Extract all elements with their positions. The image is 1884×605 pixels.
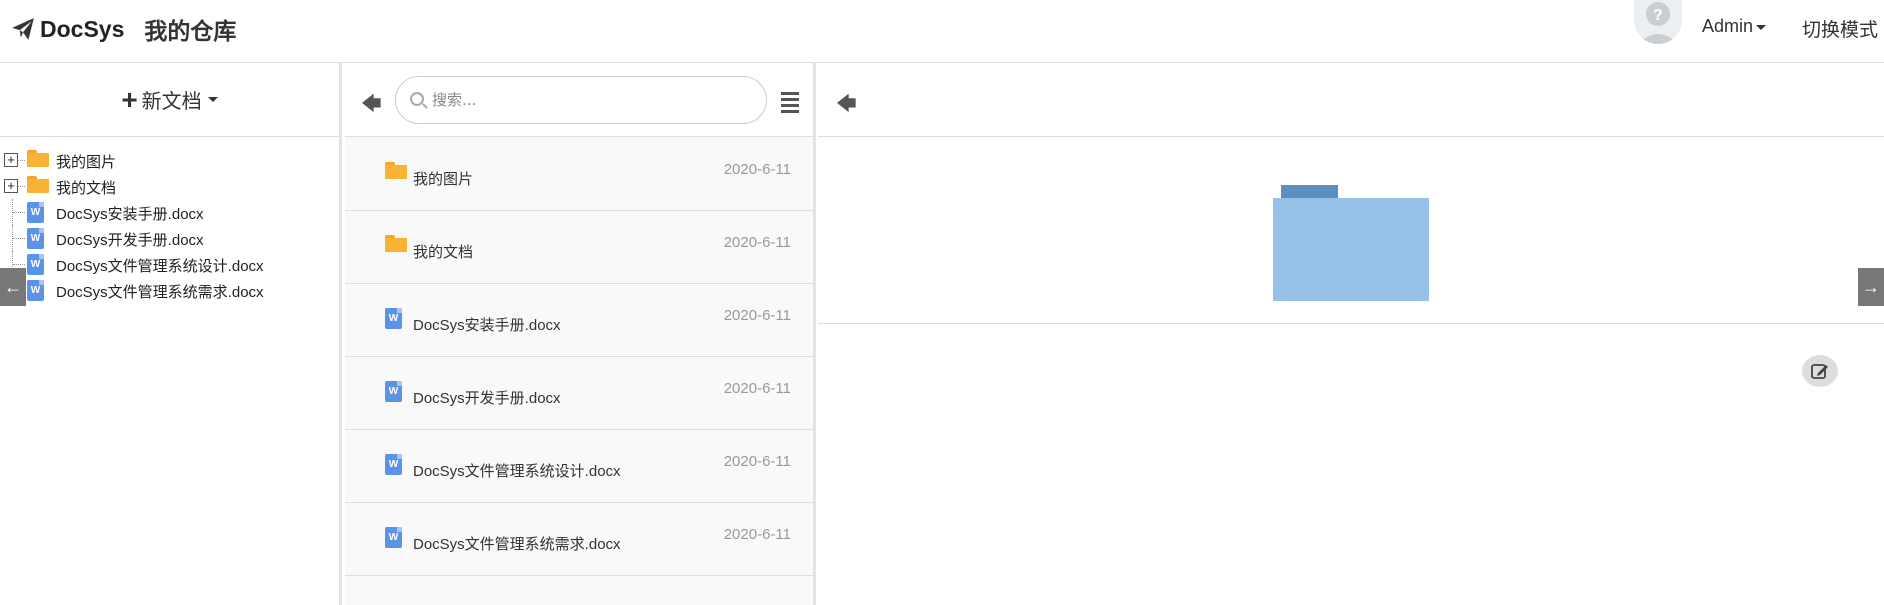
word-doc-icon: W <box>27 280 44 301</box>
new-doc-label: 新文档 <box>141 91 202 113</box>
list-toolbar: 🡄 <box>345 63 813 137</box>
word-doc-icon: W <box>385 454 402 475</box>
search-input[interactable] <box>432 89 752 111</box>
folder-preview-icon <box>1273 185 1429 301</box>
avatar[interactable]: ? <box>1634 0 1682 44</box>
folder-icon <box>385 162 407 179</box>
file-list-panel: 🡄 我的图片 2020-6-11 我的文档 2020-6-11 W DocSys… <box>345 63 816 605</box>
user-menu[interactable]: Admin <box>1702 16 1767 37</box>
list-item[interactable]: 我的图片 2020-6-11 <box>345 138 813 211</box>
tree-panel: + 新文档 + 我的图片 + 我的文档 W DocSys安装手册.docx W … <box>0 63 342 605</box>
file-name: DocSys文件管理系统需求.docx <box>413 536 621 553</box>
user-placeholder-icon: ? <box>1638 2 1678 44</box>
expand-icon[interactable]: + <box>4 179 18 193</box>
list-item[interactable]: W DocSys文件管理系统设计.docx 2020-6-11 <box>345 430 813 503</box>
pencil-square-icon <box>1811 364 1828 379</box>
tree-node-label: DocSys开发手册.docx <box>56 232 204 249</box>
search-box[interactable] <box>395 76 767 124</box>
file-name: DocSys文件管理系统设计.docx <box>413 463 621 480</box>
back-arrow-icon[interactable]: 🡄 <box>836 89 857 123</box>
file-date: 2020-6-11 <box>723 526 791 543</box>
brand-name: DocSys <box>40 15 125 42</box>
file-name: DocSys安装手册.docx <box>413 317 561 334</box>
caret-down-icon <box>1756 24 1767 30</box>
preview-panel: 🡄 <box>818 63 1884 605</box>
tree-node[interactable]: W DocSys文件管理系统设计.docx <box>0 251 339 277</box>
file-date: 2020-6-11 <box>723 234 791 251</box>
folder-icon <box>27 176 49 193</box>
tree-node-label: DocSys文件管理系统设计.docx <box>56 258 264 275</box>
folder-body <box>1273 198 1429 301</box>
search-icon <box>410 92 424 106</box>
tree-node[interactable]: + 我的图片 <box>0 147 339 173</box>
file-name: DocSys开发手册.docx <box>413 390 561 407</box>
word-doc-icon: W <box>385 381 402 402</box>
list-item[interactable]: W DocSys开发手册.docx 2020-6-11 <box>345 357 813 430</box>
file-date: 2020-6-11 <box>723 161 791 178</box>
file-tree: + 我的图片 + 我的文档 W DocSys安装手册.docx W DocSys… <box>0 147 339 303</box>
back-arrow-icon[interactable]: 🡄 <box>361 89 382 123</box>
list-item[interactable]: 我的文档 2020-6-11 <box>345 211 813 284</box>
brand[interactable]: DocSys 我的仓库 <box>10 12 236 46</box>
caret-down-icon <box>207 97 218 102</box>
file-name: 我的文档 <box>413 244 474 261</box>
expand-right-arrow-icon[interactable]: → <box>1858 268 1884 306</box>
plus-icon: + <box>121 83 138 115</box>
preview-toolbar: 🡄 <box>818 63 1884 137</box>
tree-node[interactable]: W DocSys安装手册.docx <box>0 199 339 225</box>
file-date: 2020-6-11 <box>723 453 791 470</box>
expand-icon[interactable]: + <box>4 153 18 167</box>
file-date: 2020-6-11 <box>723 307 791 324</box>
file-date: 2020-6-11 <box>723 380 791 397</box>
preview-area <box>818 138 1884 324</box>
word-doc-icon: W <box>27 254 44 275</box>
folder-tab <box>1281 185 1338 199</box>
collapse-left-arrow-icon[interactable]: ← <box>0 268 26 306</box>
switch-mode-link[interactable]: 切换模式 <box>1802 15 1878 42</box>
new-doc-button[interactable]: + 新文档 <box>0 63 339 137</box>
list-menu-icon[interactable] <box>781 92 799 116</box>
tree-connector <box>13 212 25 213</box>
paper-plane-icon <box>12 18 34 40</box>
word-doc-icon: W <box>385 527 402 548</box>
folder-icon <box>27 150 49 167</box>
edit-icon[interactable] <box>1802 355 1838 387</box>
repo-title: 我的仓库 <box>144 19 237 45</box>
file-name: 我的图片 <box>413 171 474 188</box>
user-name: Admin <box>1702 16 1754 36</box>
tree-connector <box>13 238 25 239</box>
list-item[interactable]: W DocSys文件管理系统需求.docx 2020-6-11 <box>345 503 813 576</box>
svg-text:?: ? <box>1653 7 1663 24</box>
top-header: DocSys 我的仓库 ? Admin 切换模式 <box>0 0 1884 63</box>
tree-node-label: DocSys安装手册.docx <box>56 206 204 223</box>
tree-node[interactable]: + 我的文档 <box>0 173 339 199</box>
word-doc-icon: W <box>27 228 44 249</box>
word-doc-icon: W <box>385 308 402 329</box>
folder-icon <box>385 235 407 252</box>
tree-connector <box>13 264 25 265</box>
tree-node-label: 我的图片 <box>56 154 117 171</box>
file-list: 我的图片 2020-6-11 我的文档 2020-6-11 W DocSys安装… <box>345 138 813 576</box>
tree-node[interactable]: W DocSys开发手册.docx <box>0 225 339 251</box>
list-item[interactable]: W DocSys安装手册.docx 2020-6-11 <box>345 284 813 357</box>
word-doc-icon: W <box>27 202 44 223</box>
tree-node-label: DocSys文件管理系统需求.docx <box>56 284 264 301</box>
tree-node[interactable]: W DocSys文件管理系统需求.docx <box>0 277 339 303</box>
tree-node-label: 我的文档 <box>56 180 117 197</box>
